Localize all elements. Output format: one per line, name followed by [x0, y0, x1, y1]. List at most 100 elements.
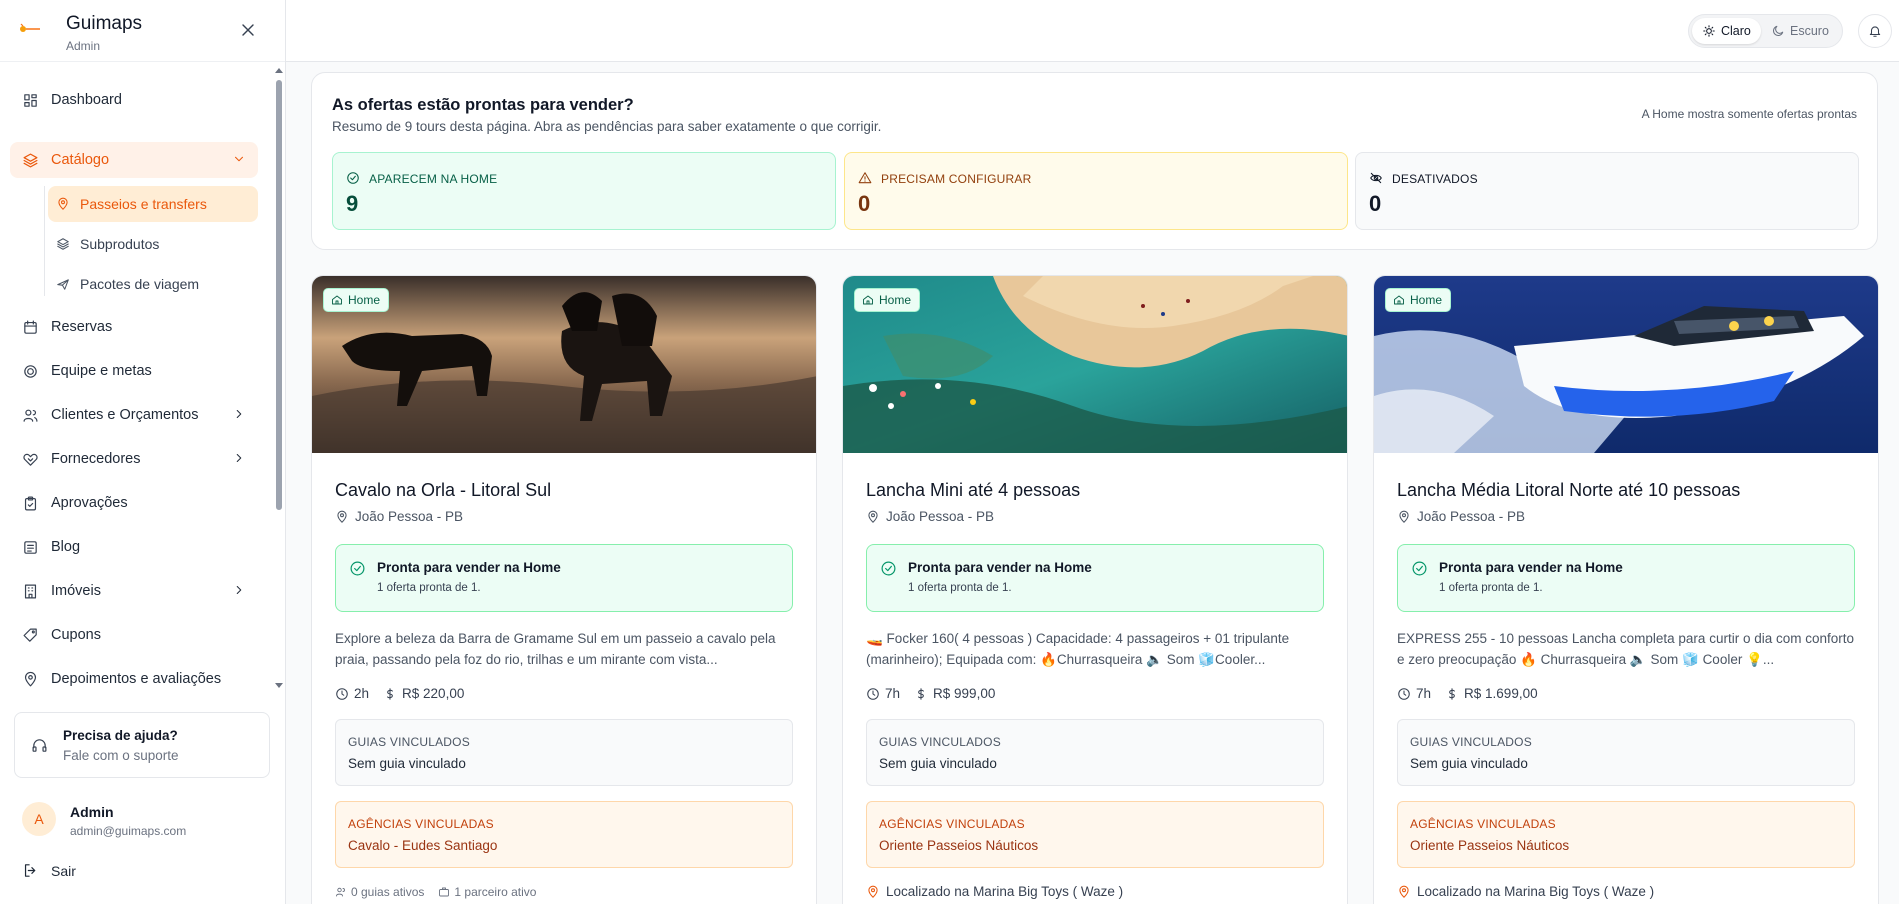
linked-guides-value: Sem guia vinculado: [1410, 756, 1528, 771]
summary-title: As ofertas estão prontas para vender?: [332, 96, 634, 114]
handshake-icon: [23, 453, 38, 466]
stat-disabled[interactable]: DESATIVADOS 0: [1355, 152, 1859, 230]
tour-meta: 7h R$ 999,00: [866, 686, 995, 701]
sidebar-item-label: Catálogo: [51, 152, 110, 168]
scrollbar-thumb[interactable]: [276, 80, 282, 510]
ready-status: Pronta para vender na Home 1 oferta pron…: [335, 544, 793, 612]
sidebar-item-aprovacoes[interactable]: Aprovações: [10, 485, 258, 521]
map-pin-icon: [24, 671, 37, 686]
meeting-point: Localizado na Marina Big Toys ( Waze ): [866, 884, 1123, 899]
stat-home[interactable]: APARECEM NA HOME 9: [332, 152, 836, 230]
sidebar-scrollbar[interactable]: [274, 66, 284, 696]
home-badge: Home: [854, 288, 921, 312]
sidebar-item-label: Equipe e metas: [51, 363, 152, 379]
plane-icon: [57, 279, 69, 290]
ready-status: Pronta para vender na Home 1 oferta pron…: [1397, 544, 1855, 612]
sidebar-item-dashboard[interactable]: Dashboard: [10, 82, 258, 118]
meeting-point: Localizado na Marina Big Toys ( Waze ): [1397, 884, 1654, 899]
sidebar-subitem-subprodutos[interactable]: Subprodutos: [48, 226, 258, 262]
tour-location: João Pessoa - PB: [866, 509, 994, 524]
linked-guides-value: Sem guia vinculado: [879, 756, 997, 771]
logout-button[interactable]: Sair: [22, 862, 76, 879]
dollar-icon: [1449, 687, 1455, 700]
user-email: admin@guimaps.com: [70, 824, 187, 838]
stat-label: APARECEM NA HOME: [369, 172, 498, 186]
linked-agencies-value: Cavalo - Eudes Santiago: [348, 838, 498, 853]
logout-icon: [24, 864, 36, 877]
sidebar-item-imoveis[interactable]: Imóveis: [10, 573, 258, 609]
tour-title[interactable]: Cavalo na Orla - Litoral Sul: [335, 480, 551, 501]
tour-location-text: João Pessoa - PB: [1417, 509, 1526, 524]
tag-icon: [23, 628, 37, 642]
linked-guides-label: GUIAS VINCULADOS: [1410, 735, 1532, 749]
linked-agencies-label: AGÊNCIAS VINCULADAS: [879, 817, 1025, 831]
scroll-down-arrow-icon[interactable]: [274, 682, 284, 690]
check-circle-icon: [350, 561, 365, 576]
tour-meta: 7h R$ 1.699,00: [1397, 686, 1538, 701]
ready-status: Pronta para vender na Home 1 oferta pron…: [866, 544, 1324, 612]
active-guides-count: 0 guias ativos: [351, 885, 425, 899]
clock-icon: [867, 687, 879, 700]
sidebar-item-label: Cupons: [51, 627, 101, 643]
sidebar-item-blog[interactable]: Blog: [10, 529, 258, 565]
ready-title: Pronta para vender na Home: [1439, 560, 1623, 575]
tour-card[interactable]: Home Cavalo na Orla - Litoral Sul João P…: [311, 275, 817, 904]
dollar-icon: [387, 687, 393, 700]
close-icon[interactable]: [238, 20, 258, 40]
meeting-point-text: Localizado na Marina Big Toys ( Waze ): [886, 884, 1124, 899]
avatar: A: [22, 802, 56, 836]
tour-card[interactable]: Home Lancha Média Litoral Norte até 10 p…: [1373, 275, 1879, 904]
scroll-up-arrow-icon[interactable]: [274, 66, 284, 74]
sidebar-item-equipe[interactable]: Equipe e metas: [10, 353, 258, 389]
theme-dark-button[interactable]: Escuro: [1761, 18, 1839, 44]
active-partners-count: 1 parceiro ativo: [454, 885, 537, 899]
summary-note: A Home mostra somente ofertas prontas: [1641, 107, 1857, 121]
linked-guides-box: GUIAS VINCULADOS Sem guia vinculado: [335, 719, 793, 786]
sidebar-item-clientes[interactable]: Clientes e Orçamentos: [10, 397, 258, 433]
headphones-icon: [32, 739, 47, 752]
home-badge-label: Home: [348, 293, 381, 307]
notifications-button[interactable]: [1858, 14, 1892, 48]
clock-icon: [1398, 687, 1410, 700]
map-pin-icon: [337, 510, 347, 523]
tour-duration: 7h: [885, 686, 901, 701]
home-icon: [863, 295, 873, 305]
stat-configure[interactable]: PRECISAM CONFIGURAR 0: [844, 152, 1348, 230]
active-partners: 1 parceiro ativo: [438, 885, 536, 899]
home-badge-label: Home: [879, 293, 912, 307]
tour-title[interactable]: Lancha Média Litoral Norte até 10 pessoa…: [1397, 480, 1740, 501]
readiness-summary: As ofertas estão prontas para vender? Re…: [311, 72, 1878, 250]
clipboard-check-icon: [24, 496, 37, 510]
tour-location: João Pessoa - PB: [335, 509, 463, 524]
help-card[interactable]: Precisa de ajuda? Fale com o suporte: [14, 712, 270, 778]
linked-agencies-label: AGÊNCIAS VINCULADAS: [348, 817, 494, 831]
stat-value: 0: [858, 191, 871, 216]
linked-agencies-value: Oriente Passeios Náuticos: [1410, 838, 1570, 853]
tour-card[interactable]: Home Lancha Mini até 4 pessoas João Pess…: [842, 275, 1348, 904]
clock-icon: [336, 687, 348, 700]
guimaps-logo-icon: [20, 23, 40, 32]
calendar-icon: [24, 320, 37, 334]
map-pin-icon: [58, 197, 68, 210]
app-name: Guimaps: [66, 13, 143, 34]
users-icon: [336, 887, 345, 897]
sidebar-subitem-pacotes[interactable]: Pacotes de viagem: [48, 266, 258, 302]
tour-location-text: João Pessoa - PB: [886, 509, 995, 524]
tour-title[interactable]: Lancha Mini até 4 pessoas: [866, 480, 1080, 501]
chevron-right-icon: [236, 409, 242, 419]
sidebar-item-depoimentos[interactable]: Depoimentos e avaliações: [10, 661, 258, 697]
sidebar-item-catalogo[interactable]: Catálogo: [10, 142, 258, 178]
tour-price: R$ 220,00: [383, 686, 464, 701]
sidebar-item-cupons[interactable]: Cupons: [10, 617, 258, 653]
ready-title: Pronta para vender na Home: [908, 560, 1092, 575]
sidebar-item-reservas[interactable]: Reservas: [10, 309, 258, 345]
sidebar-item-fornecedores[interactable]: Fornecedores: [10, 441, 258, 477]
theme-light-button[interactable]: Claro: [1692, 18, 1761, 44]
sidebar-subitem-passeios[interactable]: Passeios e transfers: [48, 186, 258, 222]
ready-subtitle: 1 oferta pronta de 1.: [377, 582, 481, 594]
tour-price-text: R$ 1.699,00: [1464, 686, 1538, 701]
dashboard-icon: [24, 93, 37, 107]
map-pin-icon: [868, 510, 878, 523]
tour-location: João Pessoa - PB: [1397, 509, 1525, 524]
check-circle-icon: [1412, 561, 1427, 576]
